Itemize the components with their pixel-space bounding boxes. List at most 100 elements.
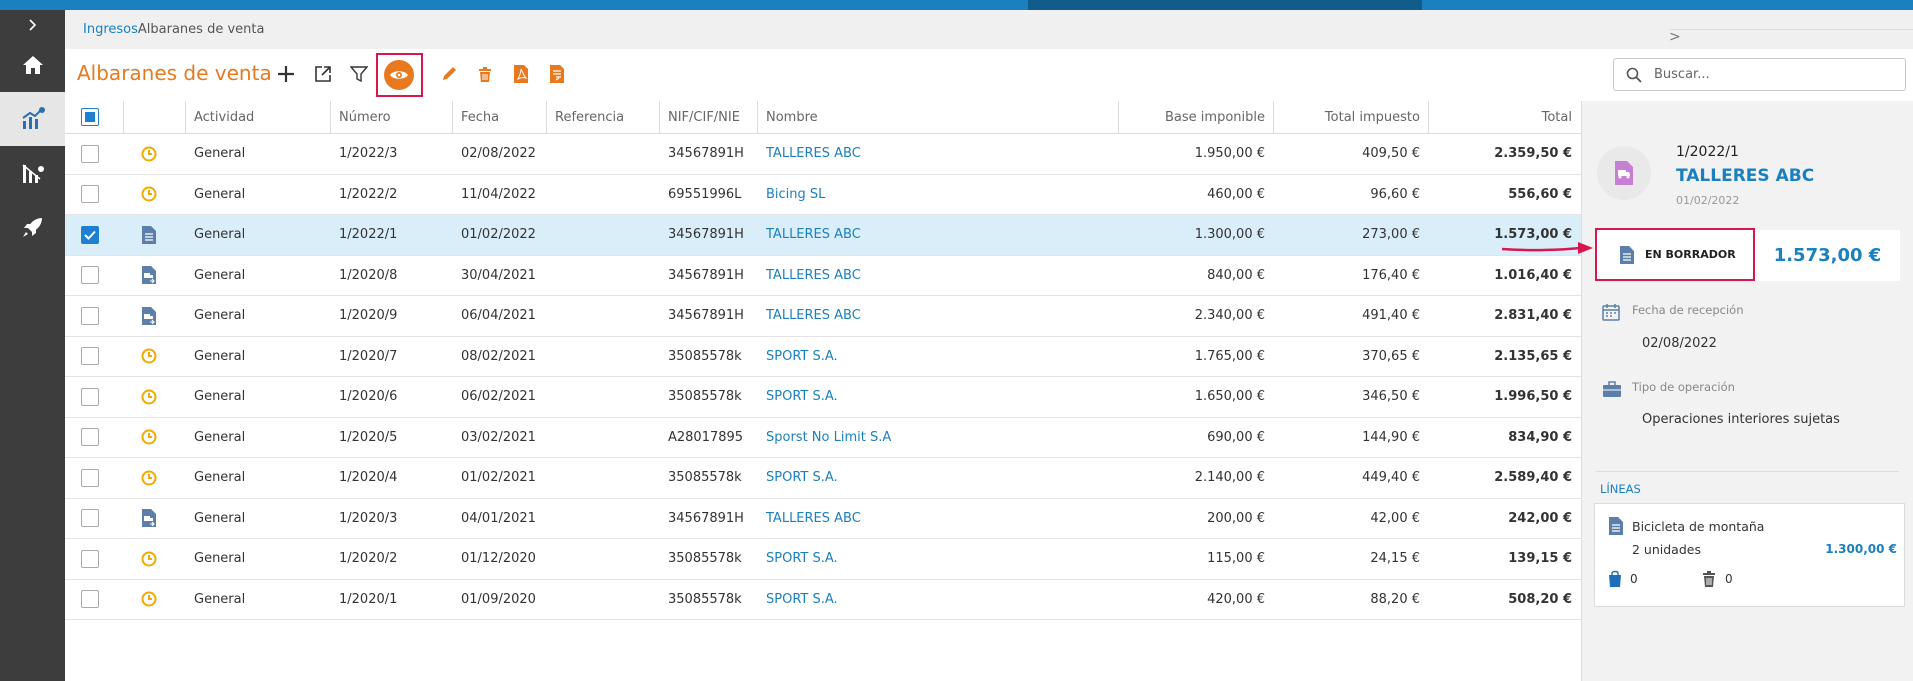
header-fecha[interactable]: Fecha [452,101,549,133]
expand-sidebar-button[interactable] [0,10,65,40]
cell-base: 200,00 € [1207,510,1265,526]
cell-nombre[interactable]: TALLERES ABC [757,296,1118,336]
cell-nombre[interactable]: TALLERES ABC [757,134,1118,174]
header-referencia[interactable]: Referencia [546,101,659,133]
cell-impuesto: 88,20 € [1370,591,1420,607]
cell-nif: 34567891H [668,146,744,162]
cell-numero: 1/2020/3 [339,510,398,526]
row-checkbox[interactable] [81,387,99,406]
breadcrumb-parent-link[interactable]: Ingresos [83,22,138,37]
row-checkbox-cell [81,580,99,620]
row-checkbox[interactable] [81,590,99,609]
cell-nombre[interactable]: SPORT S.A. [757,539,1118,579]
table-row[interactable]: General 1/2020/3 04/01/2021 34567891H TALLER… [65,499,1581,539]
table-row[interactable]: General 1/2020/8 30/04/2021 34567891H TALLER… [65,256,1581,296]
table-row[interactable]: General 1/2022/3 02/08/2022 34567891H TALLER… [65,134,1581,175]
cell-nombre[interactable]: SPORT S.A. [757,337,1118,377]
cell-impuesto: 346,50 € [1362,389,1420,405]
filter-button[interactable] [345,60,373,88]
trash-icon[interactable] [1702,570,1716,588]
header-numero[interactable]: Número [330,101,452,133]
home-icon [22,56,43,74]
table-row[interactable]: General 1/2020/9 06/04/2021 34567891H TALLER… [65,296,1581,337]
cell-total: 139,15 € [1508,551,1572,567]
table-row[interactable]: General 1/2020/1 01/09/2020 35085578k SPORT … [65,580,1581,620]
select-all-checkbox[interactable] [81,108,99,126]
table-row[interactable]: General 1/2020/2 01/12/2020 35085578k SPORT … [65,539,1581,580]
document-icon [1609,517,1623,535]
cell-impuesto: 370,65 € [1362,348,1420,364]
home-button[interactable] [0,38,65,92]
row-checkbox[interactable] [81,347,99,366]
row-checkbox[interactable] [81,266,99,285]
table-row[interactable]: General 1/2022/1 01/02/2022 34567891H TALLER… [65,215,1581,256]
cell-nombre[interactable]: Bicing SL [757,175,1118,215]
stats-icon [22,164,44,183]
cell-impuesto: 176,40 € [1362,267,1420,283]
cell-actividad: General [194,146,246,162]
table-row[interactable]: General 1/2022/2 11/04/2022 69551996L Bicing… [65,175,1581,215]
cell-total: 834,90 € [1508,429,1572,445]
breadcrumb: Ingresos > Albaranes de venta [65,10,1913,49]
row-checkbox[interactable] [81,144,99,163]
view-button[interactable] [384,60,414,90]
eye-icon [390,71,408,79]
cell-base: 460,00 € [1207,186,1265,202]
table-row[interactable]: General 1/2020/6 06/02/2021 35085578k SPORT … [65,377,1581,418]
cell-nombre[interactable]: SPORT S.A. [757,458,1118,498]
open-external-button[interactable] [309,60,337,88]
clock-icon [123,134,175,174]
add-button[interactable] [272,60,300,88]
cell-referencia [546,134,659,174]
row-checkbox[interactable] [81,549,99,568]
ingresos-button[interactable] [0,92,65,146]
row-checkbox-cell [81,215,99,255]
cell-actividad: General [194,429,246,445]
top-bar [0,0,1913,10]
export-document-button[interactable] [543,60,571,88]
row-checkbox[interactable] [81,468,99,487]
cell-numero: 1/2020/1 [339,591,398,607]
search-placeholder: Buscar... [1654,67,1710,82]
edit-button[interactable] [435,60,463,88]
row-checkbox[interactable] [81,225,99,244]
lines-title: LÍNEAS [1600,482,1641,496]
chart-icon [21,107,45,129]
detail-client[interactable]: TALLERES ABC [1676,166,1814,186]
row-checkbox[interactable] [81,306,99,325]
header-total[interactable]: Total [1428,101,1580,133]
clock-icon [123,418,175,458]
cell-impuesto: 409,50 € [1362,146,1420,162]
row-checkbox-cell [81,458,99,498]
header-nif[interactable]: NIF/CIF/NIE [659,101,757,133]
delete-button[interactable] [471,60,499,88]
row-checkbox[interactable] [81,428,99,447]
row-checkbox-cell [81,539,99,579]
header-actividad[interactable]: Actividad [185,101,331,133]
gastos-button[interactable] [0,146,65,200]
cell-base: 1.765,00 € [1194,348,1265,364]
header-nombre[interactable]: Nombre [757,101,1118,133]
launch-button[interactable] [0,200,65,254]
table-row[interactable]: General 1/2020/7 08/02/2021 35085578k SPORT … [65,337,1581,377]
cell-referencia [546,418,659,458]
cell-nombre[interactable]: SPORT S.A. [757,377,1118,417]
export-pdf-button[interactable] [507,60,535,88]
cell-total: 2.135,65 € [1494,348,1572,364]
cell-nombre[interactable]: TALLERES ABC [757,499,1118,539]
row-checkbox[interactable] [81,185,99,204]
table-row[interactable]: General 1/2020/4 01/02/2021 35085578k SPORT … [65,458,1581,499]
cell-nif: 34567891H [668,227,744,243]
cell-nombre[interactable]: Sporst No Limit S.A [757,418,1118,458]
search-input[interactable]: Buscar... [1613,58,1906,91]
cell-nombre[interactable]: SPORT S.A. [757,580,1118,620]
row-checkbox-cell [81,337,99,377]
row-checkbox[interactable] [81,509,99,528]
header-total-impuesto[interactable]: Total impuesto [1273,101,1428,133]
top-bar-segment [1028,0,1422,10]
cell-nombre[interactable]: TALLERES ABC [757,215,1118,255]
cell-nombre[interactable]: TALLERES ABC [757,256,1118,296]
table-row[interactable]: General 1/2020/5 03/02/2021 A28017895 Sporst… [65,418,1581,458]
header-base-imponible[interactable]: Base imponible [1118,101,1273,133]
cell-referencia [546,175,659,215]
